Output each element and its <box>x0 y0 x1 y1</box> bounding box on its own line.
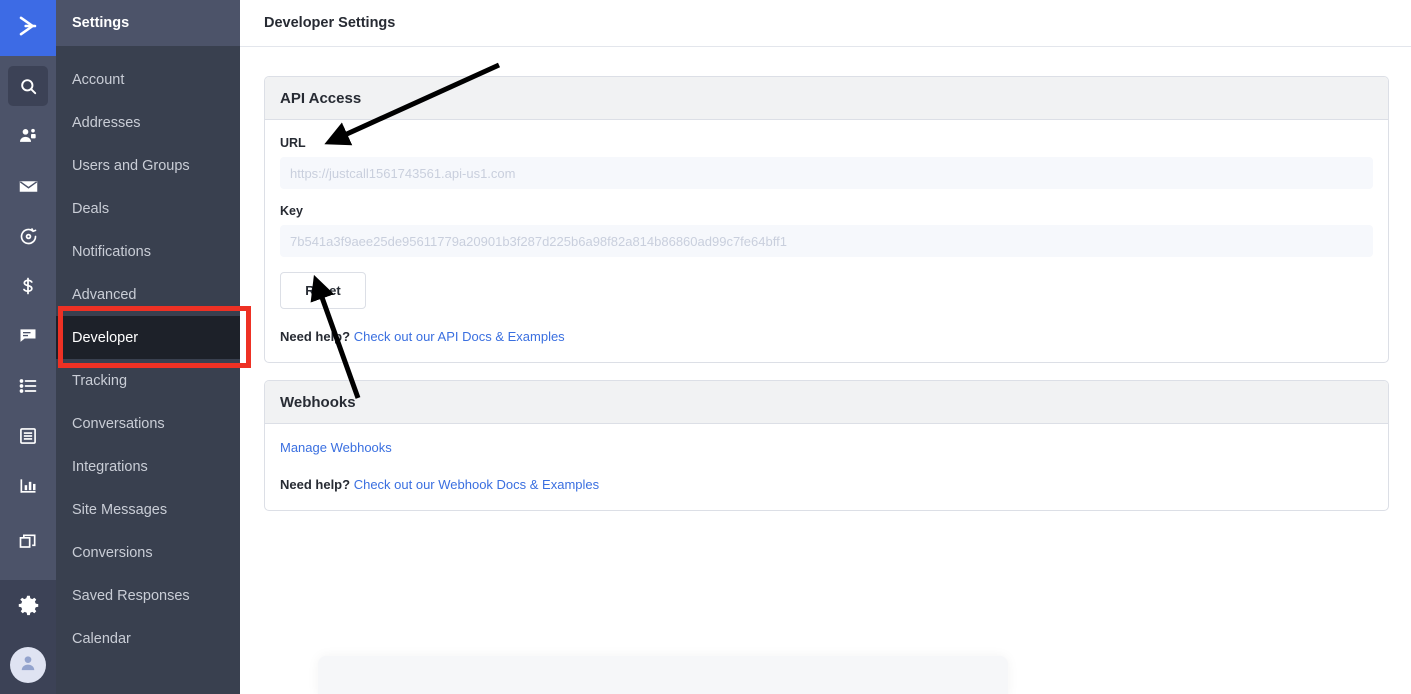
sidebar-item-account[interactable]: Account <box>56 58 240 101</box>
pages-icon <box>18 426 38 446</box>
icon-rail <box>0 0 56 694</box>
rail-item-pages[interactable] <box>8 416 48 456</box>
rail-item-mail[interactable] <box>8 166 48 206</box>
app-window: Settings Account Addresses Users and Gro… <box>0 0 1411 694</box>
envelope-icon <box>18 176 39 197</box>
sidebar-item-label: Developer <box>72 329 139 346</box>
api-access-panel-body: URL Key Reset Need help? Check out our A… <box>265 120 1388 362</box>
api-access-panel-header: API Access <box>265 77 1388 120</box>
chat-icon <box>18 326 38 346</box>
sidebar-item-integrations[interactable]: Integrations <box>56 445 240 488</box>
sidebar-item-addresses[interactable]: Addresses <box>56 101 240 144</box>
api-access-title: API Access <box>280 89 362 107</box>
main-content: Developer Settings API Access URL Key Re… <box>240 0 1411 694</box>
search-icon <box>19 77 38 96</box>
app-logo[interactable] <box>0 0 56 56</box>
user-avatar-icon <box>18 653 38 678</box>
api-help-label: Need help? <box>280 329 351 344</box>
send-arrow-logo-icon <box>14 12 42 45</box>
windows-icon <box>18 532 38 552</box>
rail-item-profile[interactable] <box>0 636 56 694</box>
sidebar-item-label: Users and Groups <box>72 157 190 174</box>
sidebar-item-users-and-groups[interactable]: Users and Groups <box>56 144 240 187</box>
api-key-input[interactable] <box>280 225 1373 257</box>
gear-icon <box>17 594 40 622</box>
rail-item-lists[interactable] <box>8 366 48 406</box>
key-label: Key <box>280 204 303 218</box>
manage-webhooks-link[interactable]: Manage Webhooks <box>280 440 1373 455</box>
sidebar-item-conversations[interactable]: Conversations <box>56 402 240 445</box>
bottom-toast-partial <box>318 656 1008 694</box>
contacts-icon <box>18 126 38 146</box>
api-url-input[interactable] <box>280 157 1373 189</box>
url-label: URL <box>280 136 306 150</box>
api-docs-link[interactable]: Check out our API Docs & Examples <box>354 329 565 344</box>
rail-item-contacts[interactable] <box>8 116 48 156</box>
sidebar-item-label: Account <box>72 71 125 88</box>
sidebar-item-calendar[interactable]: Calendar <box>56 617 240 660</box>
rail-item-search[interactable] <box>8 66 48 106</box>
sidebar-title: Settings <box>56 0 240 46</box>
rail-item-conversations[interactable] <box>8 316 48 356</box>
sidebar-item-advanced[interactable]: Advanced <box>56 273 240 316</box>
sidebar-item-label: Conversions <box>72 544 153 561</box>
webhooks-panel: Webhooks Manage Webhooks Need help? Chec… <box>264 380 1389 511</box>
webhooks-help-label: Need help? <box>280 477 351 492</box>
sidebar-item-label: Notifications <box>72 243 151 260</box>
webhooks-panel-body: Manage Webhooks Need help? Check out our… <box>265 424 1388 510</box>
sidebar-item-label: Advanced <box>72 286 137 303</box>
webhooks-title: Webhooks <box>280 393 356 411</box>
sidebar-item-label: Conversations <box>72 415 165 432</box>
rail-item-apps[interactable] <box>8 522 48 562</box>
sidebar-item-conversions[interactable]: Conversions <box>56 531 240 574</box>
sidebar-item-saved-responses[interactable]: Saved Responses <box>56 574 240 617</box>
sidebar-item-deals[interactable]: Deals <box>56 187 240 230</box>
sidebar-item-label: Integrations <box>72 458 148 475</box>
sidebar-item-site-messages[interactable]: Site Messages <box>56 488 240 531</box>
bar-chart-icon <box>18 476 38 496</box>
page-title: Developer Settings <box>264 15 396 31</box>
sidebar-item-label: Calendar <box>72 630 131 647</box>
webhook-docs-link[interactable]: Check out our Webhook Docs & Examples <box>354 477 599 492</box>
reset-button[interactable]: Reset <box>280 272 366 309</box>
webhooks-panel-header: Webhooks <box>265 381 1388 424</box>
sidebar-item-label: Deals <box>72 200 110 217</box>
api-access-panel: API Access URL Key Reset Need help? Chec… <box>264 76 1389 363</box>
sidebar-item-tracking[interactable]: Tracking <box>56 359 240 402</box>
dollar-icon <box>18 276 38 296</box>
sidebar-item-notifications[interactable]: Notifications <box>56 230 240 273</box>
rail-item-reports[interactable] <box>8 466 48 506</box>
avatar <box>10 647 46 683</box>
sidebar-item-label: Addresses <box>72 114 141 131</box>
rail-item-automations[interactable] <box>8 216 48 256</box>
sidebar-title-label: Settings <box>72 15 130 31</box>
rail-item-settings[interactable] <box>0 580 56 636</box>
sidebar-item-label: Tracking <box>72 372 128 389</box>
settings-content: API Access URL Key Reset Need help? Chec… <box>240 47 1411 511</box>
rail-item-deals[interactable] <box>8 266 48 306</box>
sidebar-item-label: Saved Responses <box>72 587 190 604</box>
list-icon <box>18 376 38 396</box>
api-help-row: Need help? Check out our API Docs & Exam… <box>280 329 1373 344</box>
automation-icon <box>18 226 39 247</box>
webhooks-help-row: Need help? Check out our Webhook Docs & … <box>280 477 1373 492</box>
sidebar-nav-list: Account Addresses Users and Groups Deals… <box>56 46 240 660</box>
main-header: Developer Settings <box>240 0 1411 47</box>
sidebar-item-label: Site Messages <box>72 501 168 518</box>
sidebar-item-developer[interactable]: Developer <box>56 316 240 359</box>
reset-button-label: Reset <box>305 283 341 298</box>
settings-sidebar: Settings Account Addresses Users and Gro… <box>56 0 240 694</box>
